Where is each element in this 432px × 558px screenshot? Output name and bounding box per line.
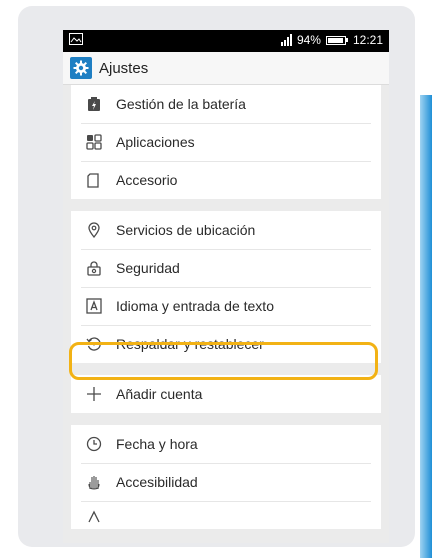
settings-group-personal: Servicios de ubicación Seguridad Idioma … [71,211,381,363]
phone-screen: 94% 12:21 Ajustes Gestión de la batería … [63,30,389,543]
page-title: Ajustes [99,59,149,77]
settings-item-accessory[interactable]: Accesorio [71,161,381,199]
settings-item-label: Añadir cuenta [116,386,203,402]
settings-group-device: Gestión de la batería Aplicaciones Acces… [71,85,381,199]
settings-item-apps[interactable]: Aplicaciones [71,123,381,161]
accessory-icon [85,171,103,189]
action-bar: Ajustes [63,52,389,85]
clock-time: 12:21 [352,33,383,47]
settings-item-accessibility[interactable]: Accesibilidad [71,463,381,501]
apps-icon [85,133,103,151]
status-bar: 94% 12:21 [63,30,389,52]
settings-item-label: Idioma y entrada de texto [116,298,274,314]
settings-item-language[interactable]: Idioma y entrada de texto [71,287,381,325]
settings-item-location[interactable]: Servicios de ubicación [71,211,381,249]
partial-icon [85,507,103,525]
battery-icon [325,35,348,45]
settings-group-accounts: Añadir cuenta [71,375,381,413]
plus-icon [85,385,103,403]
signal-icon [280,34,292,46]
settings-item-label: Accesorio [116,172,178,188]
accessibility-hand-icon [85,473,103,491]
settings-item-battery[interactable]: Gestión de la batería [71,85,381,123]
location-icon [85,221,103,239]
lock-icon [85,259,103,277]
settings-group-system: Fecha y hora Accesibilidad [71,425,381,529]
settings-item-date-time[interactable]: Fecha y hora [71,425,381,463]
settings-item-add-account[interactable]: Añadir cuenta [71,375,381,413]
settings-item-partial[interactable] [71,501,381,529]
decorative-edge [420,95,432,558]
settings-item-label: Accesibilidad [116,474,198,490]
settings-item-label: Gestión de la batería [116,96,246,112]
settings-item-label: Aplicaciones [116,134,195,150]
settings-item-label: Seguridad [116,260,180,276]
image-notification-icon [69,33,83,45]
battery-percent: 94% [296,33,321,47]
settings-item-security[interactable]: Seguridad [71,249,381,287]
clock-icon [85,435,103,453]
settings-item-label: Fecha y hora [116,436,198,452]
settings-item-label: Servicios de ubicación [116,222,256,238]
battery-manager-icon [85,95,103,113]
language-icon [85,297,103,315]
settings-gear-icon[interactable] [70,57,92,79]
highlight-outline [69,342,378,380]
